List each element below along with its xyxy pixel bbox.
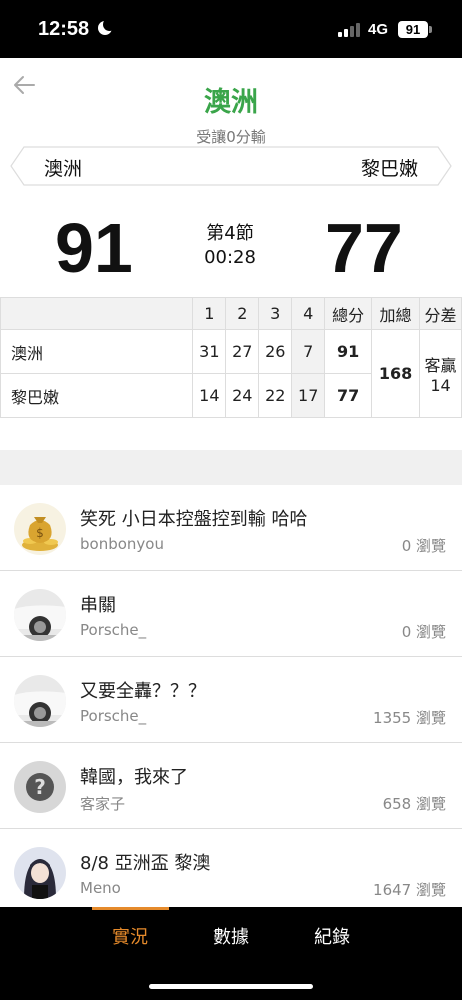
post-views: 1355 瀏覽	[373, 709, 446, 727]
cell-q1: 14	[192, 373, 227, 418]
period-info: 第4節 00:28	[180, 222, 280, 270]
team-switcher: 澳洲 黎巴嫩	[10, 146, 452, 186]
post-title: 又要全轟？？？	[80, 681, 206, 702]
battery-tip	[429, 26, 432, 33]
home-score: 91	[55, 209, 133, 287]
car-avatar	[14, 589, 66, 641]
post-author: bonbonyou	[80, 535, 164, 553]
cell-sum: 168	[371, 329, 421, 418]
post-title: 串關	[80, 595, 116, 616]
post-author: Porsche_	[80, 707, 147, 725]
moon-icon	[98, 18, 116, 35]
post-author: Porsche_	[80, 621, 147, 639]
signal-icon	[338, 23, 362, 37]
home-indicator[interactable]	[149, 984, 313, 989]
cell-q4: 7	[291, 329, 326, 374]
network-label: 4G	[368, 21, 389, 38]
post-title: 8/8 亞洲盃 黎澳	[80, 853, 211, 874]
post-views: 658 瀏覽	[382, 795, 446, 813]
post-views: 0 瀏覽	[401, 623, 446, 641]
handicap-label: 受讓0分輸	[196, 128, 266, 146]
away-team-name[interactable]: 黎巴嫩	[361, 154, 418, 181]
period-label: 第4節	[206, 223, 254, 244]
table-header-row: 1 2 3 4 總分 加總 分差	[0, 297, 462, 330]
row-team: 黎巴嫩	[0, 373, 194, 418]
battery-icon: 91	[398, 21, 428, 38]
away-score: 77	[325, 209, 403, 287]
post-author: Meno	[80, 879, 121, 897]
cell-total: 77	[324, 373, 373, 418]
cell-q2: 24	[225, 373, 260, 418]
svg-text:?: ?	[34, 775, 46, 799]
list-item[interactable]: 又要全轟？？？ Porsche_ 1355 瀏覽	[0, 657, 462, 743]
post-title: 笑死 小日本控盤控到輸 哈哈	[80, 509, 308, 530]
cell-q1: 31	[192, 329, 227, 374]
page-title: 澳洲	[204, 87, 258, 118]
quarter-score-table: 1 2 3 4 總分 加總 分差 澳洲 31 27 26 7 91 168 客贏…	[0, 297, 462, 418]
cell-q4: 17	[291, 373, 326, 418]
table-row: 澳洲 31 27 26 7 91 168 客贏 14	[0, 329, 462, 418]
list-item[interactable]: 串關 Porsche_ 0 瀏覽	[0, 571, 462, 657]
diff-label: 客贏	[424, 356, 457, 375]
list-item[interactable]: $ 笑死 小日本控盤控到輸 哈哈 bonbonyou 0 瀏覽	[0, 485, 462, 571]
list-item[interactable]: 8/8 亞洲盃 黎澳 Meno 1647 瀏覽	[0, 829, 462, 915]
header-q4: 4	[291, 297, 326, 330]
cell-total: 91	[324, 329, 373, 374]
tab-records[interactable]: 紀錄	[292, 923, 372, 949]
home-team-name[interactable]: 澳洲	[44, 154, 82, 181]
active-tab-indicator	[92, 907, 169, 910]
cell-q3: 22	[258, 373, 293, 418]
cell-q3: 26	[258, 329, 293, 374]
header-total: 總分	[324, 297, 373, 330]
post-views: 1647 瀏覽	[373, 881, 446, 899]
post-author: 客家子	[80, 795, 126, 813]
anime-girl-avatar	[14, 847, 66, 899]
cell-diff: 客贏 14	[419, 329, 462, 418]
game-clock: 00:28	[204, 247, 256, 268]
header-q3: 3	[258, 297, 293, 330]
header-empty	[0, 297, 194, 330]
tab-stats[interactable]: 數據	[191, 923, 271, 949]
car-avatar	[14, 675, 66, 727]
header-q2: 2	[225, 297, 260, 330]
question-mark-icon: ?	[14, 761, 66, 813]
status-time: 12:58	[38, 18, 90, 40]
header-sum: 加總	[371, 297, 421, 330]
diff-value: 14	[430, 376, 451, 395]
money-bag-icon: $	[14, 503, 66, 555]
header-q1: 1	[192, 297, 227, 330]
post-title: 韓國，我來了	[80, 767, 188, 788]
row-team: 澳洲	[0, 329, 194, 374]
post-list: $ 笑死 小日本控盤控到輸 哈哈 bonbonyou 0 瀏覽 串關 Porsc…	[0, 485, 462, 915]
cell-q2: 27	[225, 329, 260, 374]
svg-text:$: $	[36, 526, 44, 540]
status-bar: 12:58 4G 91	[0, 0, 462, 58]
list-item[interactable]: ? 韓國，我來了 客家子 658 瀏覽	[0, 743, 462, 829]
tab-live[interactable]: 實況	[90, 923, 170, 949]
header-diff: 分差	[419, 297, 462, 330]
post-views: 0 瀏覽	[401, 537, 446, 555]
section-divider	[0, 450, 462, 485]
